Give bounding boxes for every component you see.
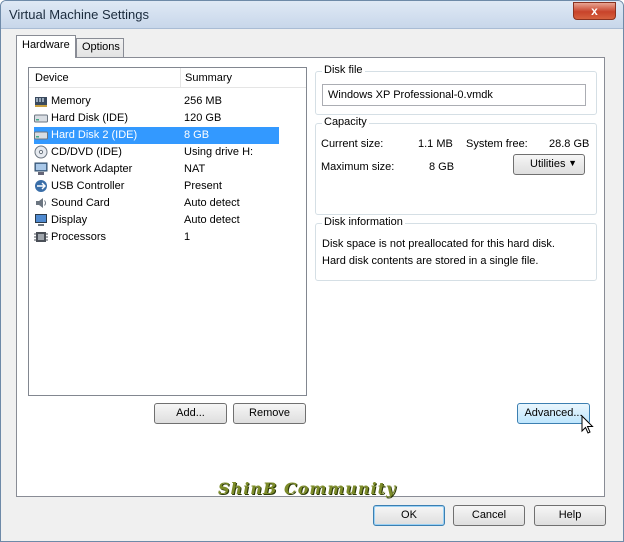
window-title: Virtual Machine Settings — [9, 7, 149, 22]
watermark-text: ShinB Community — [218, 479, 397, 498]
list-item-memory[interactable]: Memory 256 MB — [34, 93, 279, 110]
device-summary: NAT — [184, 163, 206, 175]
list-item-processors[interactable]: Processors 1 — [34, 229, 279, 246]
device-name: CD/DVD (IDE) — [51, 146, 122, 158]
utilities-label: Utilities — [530, 158, 566, 170]
device-summary: Auto detect — [184, 214, 240, 226]
mouse-cursor-icon — [581, 415, 594, 434]
usb-icon — [35, 180, 47, 192]
device-summary: Using drive H: — [184, 146, 254, 158]
list-item-usb-controller[interactable]: USB Controller Present — [34, 178, 279, 195]
device-name: Memory — [51, 95, 91, 107]
disk-file-legend: Disk file — [322, 64, 365, 76]
disk-information-group: Disk information Disk space is not preal… — [315, 216, 597, 281]
list-header: Device Summary — [29, 68, 306, 88]
capacity-group: Capacity Current size: 1.1 MB System fre… — [315, 116, 597, 215]
hard-disk-icon — [34, 114, 48, 123]
dropdown-arrow-icon: ▼ — [568, 158, 577, 168]
capacity-legend: Capacity — [322, 116, 369, 128]
device-name: Display — [51, 214, 88, 226]
device-summary: 1 — [184, 231, 191, 243]
device-name: Hard Disk (IDE) — [51, 112, 129, 124]
display-icon — [35, 214, 47, 226]
device-summary: 8 GB — [184, 129, 210, 141]
disk-file-field[interactable]: Windows XP Professional-0.vmdk — [322, 84, 586, 106]
device-summary: 256 MB — [184, 95, 222, 107]
device-summary: 120 GB — [184, 112, 222, 124]
utilities-button[interactable]: Utilities ▼ — [513, 154, 585, 175]
hard-disk-icon — [34, 131, 48, 140]
list-item-cd-dvd[interactable]: CD/DVD (IDE) Using drive H: — [34, 144, 279, 161]
list-item-network-adapter[interactable]: Network Adapter NAT — [34, 161, 279, 178]
help-button[interactable]: Help — [534, 505, 606, 526]
device-name: Hard Disk 2 (IDE) — [51, 129, 138, 141]
tab-options-label: Options — [82, 41, 120, 53]
tab-hardware-label: Hardware — [22, 39, 70, 51]
device-name: USB Controller — [51, 180, 125, 192]
title-bar: Virtual Machine Settings x — [1, 1, 623, 29]
system-free-value: 28.8 GB — [549, 138, 590, 150]
list-item-hard-disk-2[interactable]: Hard Disk 2 (IDE) 8 GB — [34, 127, 279, 144]
cancel-button[interactable]: Cancel — [453, 505, 525, 526]
dialog-footer: OK Cancel Help — [7, 501, 617, 537]
processor-icon — [34, 232, 48, 242]
ok-button[interactable]: OK — [373, 505, 445, 526]
list-item-hard-disk[interactable]: Hard Disk (IDE) 120 GB — [34, 110, 279, 127]
device-summary: Auto detect — [184, 197, 240, 209]
hardware-panel: Device Summary Memory 256 MB Hard Disk (… — [16, 57, 605, 497]
device-name: Processors — [51, 231, 107, 243]
remove-button[interactable]: Remove — [233, 403, 306, 424]
dialog-content: Hardware Options Device Summary Memory 2… — [7, 29, 617, 537]
close-icon: x — [591, 4, 598, 18]
memory-icon — [35, 97, 47, 107]
sound-card-icon — [36, 198, 46, 208]
device-name: Sound Card — [51, 197, 110, 209]
device-list: Device Summary Memory 256 MB Hard Disk (… — [28, 67, 307, 396]
advanced-button[interactable]: Advanced... — [517, 403, 590, 424]
disk-file-group: Disk file Windows XP Professional-0.vmdk — [315, 64, 597, 115]
disk-info-line-1: Disk space is not preallocated for this … — [322, 238, 555, 250]
maximum-size-value: 8 GB — [429, 161, 455, 173]
list-item-display[interactable]: Display Auto detect — [34, 212, 279, 229]
maximum-size-label: Maximum size: — [321, 161, 395, 173]
list-item-sound-card[interactable]: Sound Card Auto detect — [34, 195, 279, 212]
disk-info-line-2: Hard disk contents are stored in a singl… — [322, 255, 539, 267]
disk-information-legend: Disk information — [322, 216, 405, 228]
add-button[interactable]: Add... — [154, 403, 227, 424]
cd-dvd-icon — [34, 145, 48, 159]
system-free-label: System free: — [466, 138, 528, 150]
current-size-value: 1.1 MB — [418, 138, 453, 150]
column-header-device[interactable]: Device — [35, 72, 69, 84]
column-header-summary[interactable]: Summary — [185, 72, 232, 84]
tab-hardware[interactable]: Hardware — [16, 35, 76, 58]
device-name: Network Adapter — [51, 163, 133, 175]
tab-options[interactable]: Options — [76, 38, 124, 57]
settings-window: Virtual Machine Settings x Hardware Opti… — [0, 0, 624, 542]
column-separator[interactable] — [180, 68, 181, 88]
network-adapter-icon — [34, 162, 48, 175]
current-size-label: Current size: — [321, 138, 384, 150]
device-summary: Present — [184, 180, 222, 192]
close-button[interactable]: x — [573, 2, 616, 20]
